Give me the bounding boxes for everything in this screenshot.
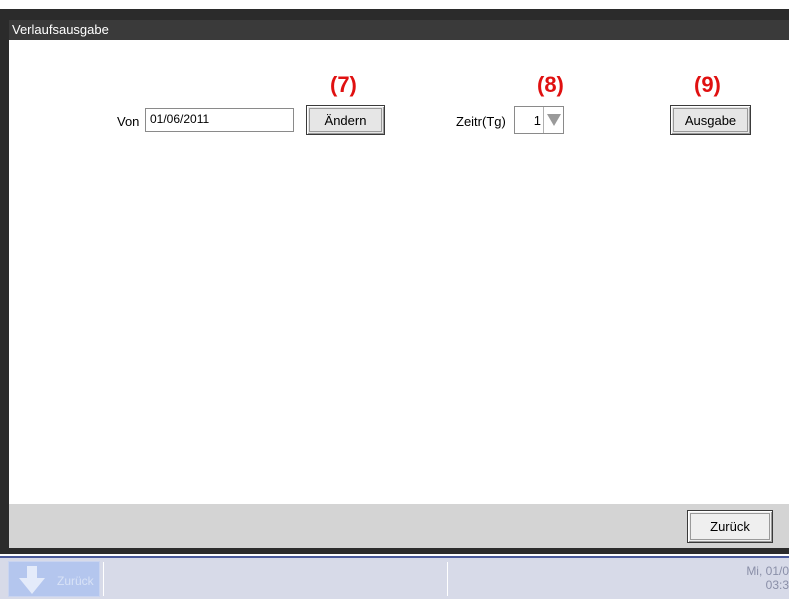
- from-date-field[interactable]: 01/06/2011: [145, 108, 294, 132]
- taskbar: Zurück Mi, 01/0 03:3: [0, 556, 789, 599]
- annotation-7: (7): [330, 72, 357, 97]
- top-strip: [0, 0, 789, 9]
- from-label: Von: [117, 114, 140, 129]
- arrow-down-icon: [19, 566, 45, 594]
- annotation-8: (8): [537, 72, 564, 97]
- output-button[interactable]: Ausgabe: [670, 105, 751, 135]
- taskbar-divider: [447, 562, 448, 596]
- datetime-display: Mi, 01/0 03:3: [729, 564, 789, 592]
- period-dropdown[interactable]: 1: [514, 106, 564, 134]
- time-text: 03:3: [765, 578, 789, 592]
- taskbar-divider: [103, 562, 104, 596]
- annotation-9: (9): [694, 72, 721, 97]
- change-date-button[interactable]: Ändern: [306, 105, 385, 135]
- taskbar-back-label: Zurück: [57, 574, 94, 588]
- dropdown-arrow[interactable]: [543, 107, 563, 133]
- back-button[interactable]: Zurück: [687, 510, 773, 543]
- period-value: 1: [533, 113, 541, 128]
- window-title: Verlaufsausgabe: [9, 20, 789, 40]
- taskbar-back-button[interactable]: Zurück: [8, 561, 100, 597]
- chevron-down-icon: [546, 114, 561, 126]
- footer-bar: [9, 504, 789, 548]
- period-label: Zeitr(Tg): [456, 114, 506, 129]
- date-text: Mi, 01/0: [746, 564, 789, 578]
